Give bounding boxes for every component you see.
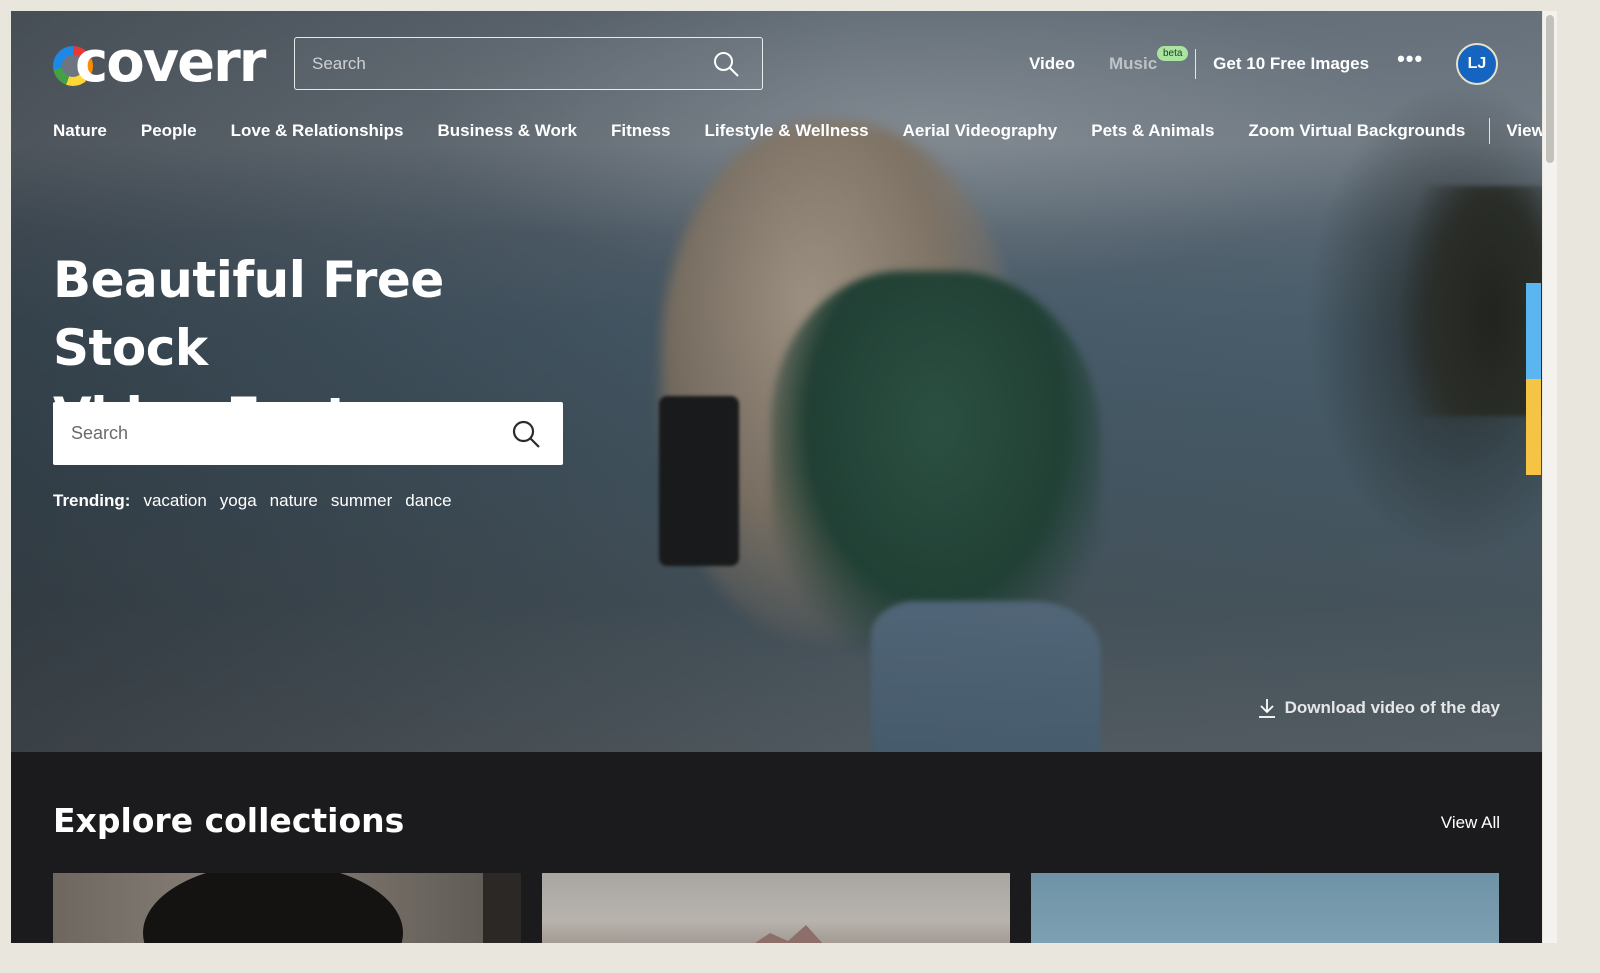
trending-tag-dance[interactable]: dance [405, 491, 451, 511]
logo-text: coverr [75, 30, 266, 95]
category-fitness[interactable]: Fitness [611, 121, 671, 141]
collections-view-all-link[interactable]: View All [1441, 813, 1500, 833]
get-free-images-link[interactable]: Get 10 Free Images [1213, 54, 1369, 74]
search-icon[interactable] [712, 50, 740, 78]
coverr-logo[interactable]: coverr [53, 30, 266, 95]
category-love-relationships[interactable]: Love & Relationships [231, 121, 404, 141]
browser-viewport: coverr Video Music beta Get 10 Free Imag… [11, 11, 1542, 943]
header-search-bar [294, 37, 763, 90]
nav-music-label: Music [1108, 54, 1158, 73]
download-icon [1258, 699, 1275, 718]
scrollbar-thumb[interactable] [1546, 15, 1554, 163]
collections-grid [53, 873, 1499, 943]
side-tab-blue [1526, 283, 1541, 379]
collection-card[interactable] [1031, 873, 1499, 943]
category-view-all[interactable]: View all [1506, 121, 1542, 141]
trending-tag-summer[interactable]: summer [331, 491, 392, 511]
collection-card[interactable] [53, 873, 521, 943]
search-icon[interactable] [511, 419, 541, 449]
header-search-input[interactable] [312, 38, 692, 89]
page-scrollbar[interactable] [1543, 11, 1557, 943]
collection-card[interactable] [542, 873, 1010, 943]
download-video-of-day-label: Download video of the day [1284, 698, 1500, 717]
beta-badge: beta [1156, 46, 1189, 61]
nav-divider [1195, 49, 1197, 79]
trending-tag-vacation[interactable]: vacation [143, 491, 206, 511]
trending-tag-nature[interactable]: nature [270, 491, 318, 511]
category-nav: Nature People Love & Relationships Busin… [53, 118, 1542, 144]
side-tab-yellow [1526, 379, 1541, 475]
download-video-of-day-link[interactable]: Download video of the day [1257, 697, 1500, 719]
category-people[interactable]: People [141, 121, 197, 141]
more-dots-icon[interactable]: ••• [1397, 48, 1423, 70]
collections-title: Explore collections [53, 801, 405, 840]
user-avatar[interactable]: LJ [1456, 43, 1498, 85]
side-feedback-tab[interactable] [1526, 283, 1541, 475]
category-business-work[interactable]: Business & Work [437, 121, 577, 141]
category-pets-animals[interactable]: Pets & Animals [1091, 121, 1214, 141]
trending-label: Trending: [53, 491, 131, 510]
hero-title-line-1: Beautiful Free Stock [53, 251, 444, 377]
category-divider [1489, 118, 1491, 144]
category-zoom-backgrounds[interactable]: Zoom Virtual Backgrounds [1248, 121, 1465, 141]
nav-music-link[interactable]: Music beta [1108, 46, 1189, 74]
category-lifestyle-wellness[interactable]: Lifestyle & Wellness [705, 121, 869, 141]
category-nature[interactable]: Nature [53, 121, 107, 141]
trending-tag-yoga[interactable]: yoga [220, 491, 257, 511]
category-aerial-videography[interactable]: Aerial Videography [903, 121, 1058, 141]
trending-tags: Trending: vacation yoga nature summer da… [53, 491, 465, 511]
header-nav: Video Music beta Get 10 Free Images ••• [1029, 46, 1449, 79]
nav-video-link[interactable]: Video [1029, 54, 1075, 74]
hero-search-input[interactable] [71, 402, 491, 465]
hero-search-bar [53, 402, 563, 465]
hero-section: coverr Video Music beta Get 10 Free Imag… [11, 11, 1542, 752]
